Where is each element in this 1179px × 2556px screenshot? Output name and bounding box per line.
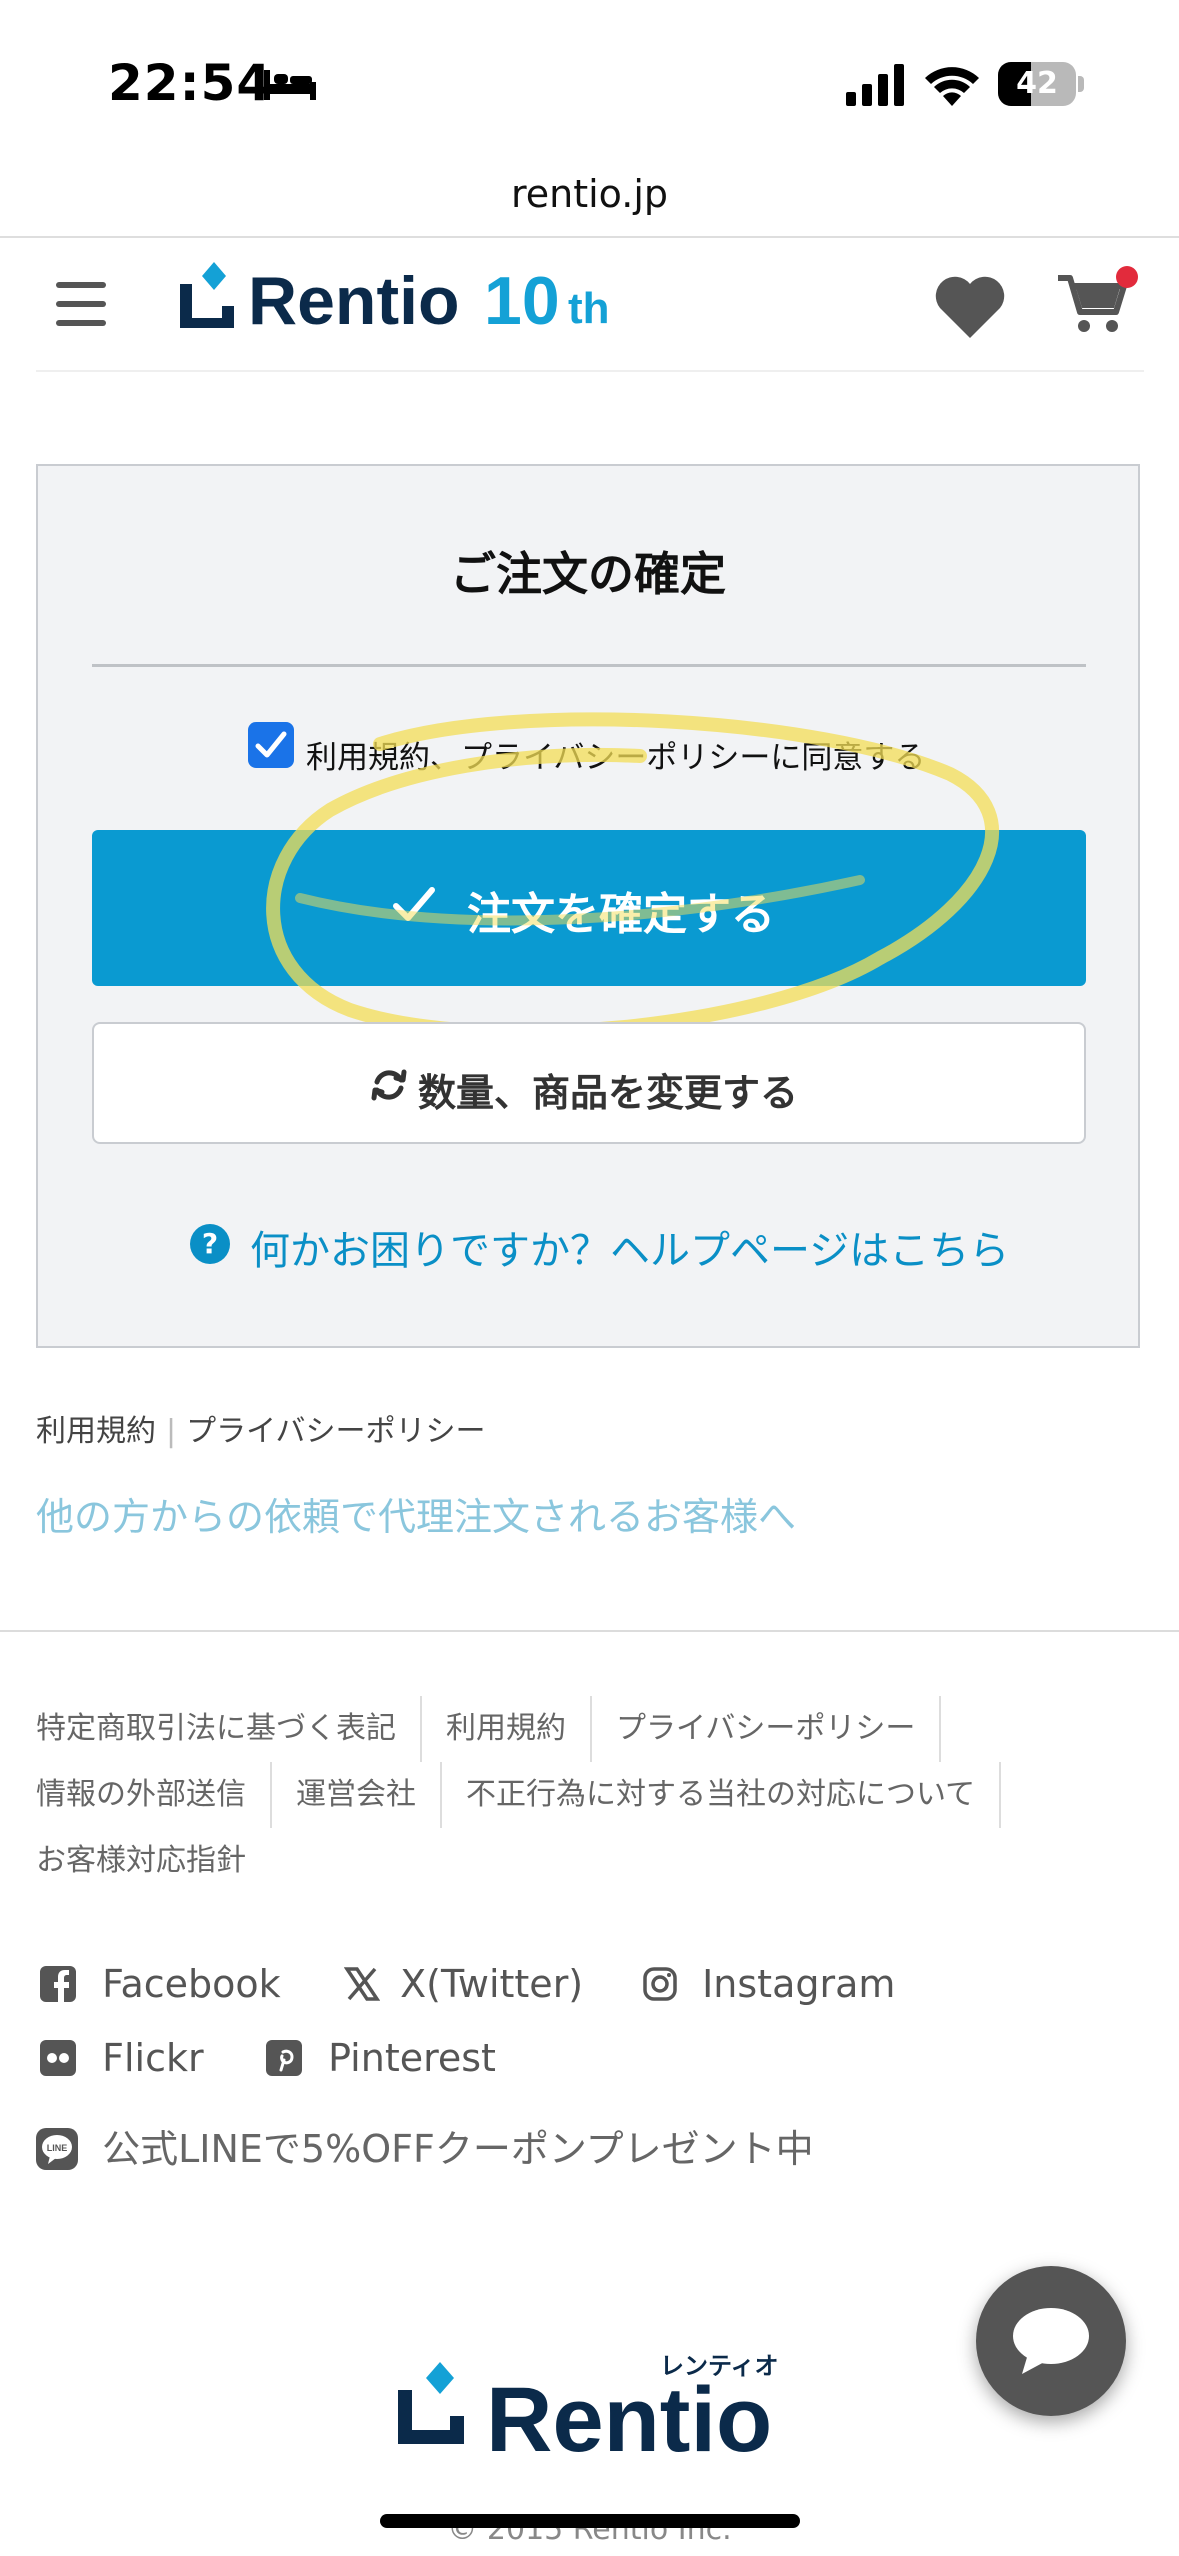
pinterest-label: Pinterest — [328, 2036, 496, 2080]
line-icon: LINE — [36, 2128, 78, 2170]
line-icon-text: LINE — [47, 2143, 68, 2153]
x-twitter-icon — [343, 1967, 381, 2001]
hamburger-menu-icon[interactable] — [56, 282, 106, 326]
status-time: 22:54 — [108, 54, 273, 112]
facebook-icon — [40, 1966, 76, 2002]
flickr-icon — [40, 2040, 76, 2076]
social-facebook[interactable]: Facebook — [40, 1962, 281, 2006]
footer-link-fraud-policy[interactable]: 不正行為に対する当社の対応について — [466, 1762, 1002, 1828]
heart-icon[interactable] — [934, 272, 1006, 340]
header-divider — [36, 370, 1144, 372]
instagram-icon — [643, 1967, 677, 2001]
rentio-logo-mark[interactable] — [174, 262, 240, 334]
privacy-link[interactable]: プライバシーポリシー — [186, 1414, 485, 1449]
chat-bubble-icon — [1013, 2308, 1089, 2374]
line-promo-link[interactable]: LINE 公式LINEで5%OFFクーポンプレゼント中 — [36, 2118, 814, 2173]
facebook-label: Facebook — [102, 1962, 281, 2006]
terms-link[interactable]: 利用規約 — [36, 1414, 156, 1449]
change-items-label: 数量、商品を変更する — [417, 1071, 798, 1115]
panel-divider — [92, 664, 1086, 667]
proxy-order-link[interactable]: 他の方からの依頼で代理注文されるお客様へ — [36, 1486, 796, 1541]
logo-anniversary-number: 10 — [484, 263, 560, 339]
line-promo-label: 公式LINEで5%OFFクーポンプレゼント中 — [102, 2127, 814, 2171]
social-x-twitter[interactable]: X(Twitter) — [343, 1962, 584, 2006]
address-bar-divider — [0, 236, 1179, 238]
cart-notification-badge — [1116, 266, 1138, 288]
flickr-label: Flickr — [102, 2036, 204, 2080]
highlight-circle-annotation — [266, 712, 999, 1040]
social-flickr[interactable]: Flickr — [40, 2036, 204, 2080]
battery-indicator: 42 — [998, 62, 1084, 106]
footer-link-terms[interactable]: 利用規約 — [446, 1696, 592, 1762]
policy-links: 利用規約 | プライバシーポリシー — [36, 1406, 486, 1450]
footer-link-privacy[interactable]: プライバシーポリシー — [616, 1696, 942, 1762]
wifi-icon — [925, 67, 979, 106]
home-indicator — [380, 2514, 800, 2528]
footer-link-customer-policy[interactable]: お客様対応指針 — [36, 1828, 270, 1894]
pinterest-icon — [266, 2040, 302, 2076]
order-confirm-title: ご注文の確定 — [450, 547, 726, 601]
footer-logo-text[interactable]: Rentio — [486, 2368, 772, 2473]
footer-link-tokushoho[interactable]: 特定商取引法に基づく表記 — [36, 1696, 422, 1762]
help-question-icon[interactable]: ? — [190, 1224, 230, 1264]
instagram-label: Instagram — [702, 1962, 896, 2006]
site-logo-text[interactable]: Rentio — [248, 262, 460, 340]
footer-logo-kana: レンティオ — [660, 2352, 779, 2380]
footer-link-external-transmission[interactable]: 情報の外部送信 — [36, 1762, 272, 1828]
footer-links: 特定商取引法に基づく表記 利用規約 プライバシーポリシー 情報の外部送信 運営会社 不正… — [36, 1696, 1136, 1894]
footer-logo-mark[interactable] — [392, 2362, 470, 2450]
cellular-signal-icon — [846, 64, 904, 106]
address-bar[interactable]: rentio.jp — [0, 172, 1179, 216]
x-twitter-label: X(Twitter) — [400, 1962, 584, 2006]
footer-link-company[interactable]: 運営会社 — [296, 1762, 442, 1828]
sleep-focus-icon — [264, 70, 316, 100]
social-instagram[interactable]: Instagram — [642, 1962, 895, 2006]
link-separator: | — [166, 1414, 177, 1449]
logo-anniversary-suffix: th — [568, 284, 610, 333]
social-pinterest[interactable]: Pinterest — [266, 2036, 496, 2080]
battery-percent: 42 — [1016, 66, 1058, 101]
help-page-link[interactable]: 何かお困りですか？ヘルプページはこちら — [250, 1218, 1009, 1276]
footer-divider — [0, 1630, 1179, 1632]
chat-button[interactable] — [976, 2266, 1126, 2416]
